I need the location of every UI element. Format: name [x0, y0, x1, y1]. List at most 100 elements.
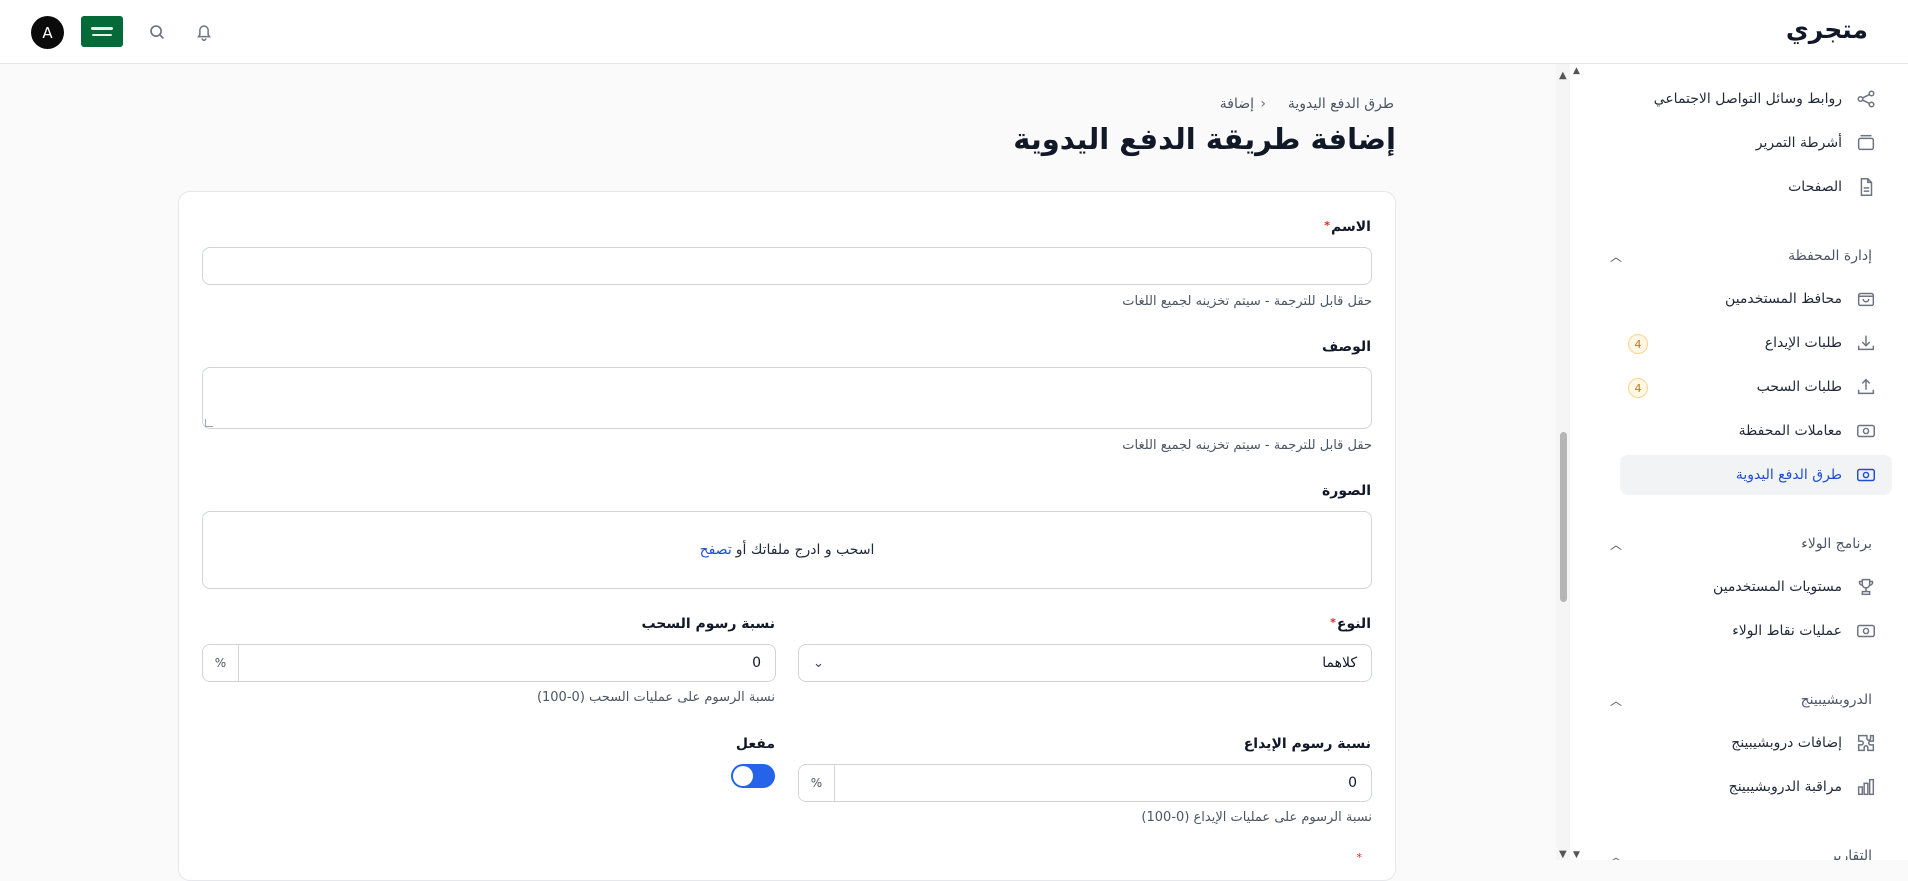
download-icon: [1854, 331, 1878, 355]
breadcrumb-parent-link[interactable]: طرق الدفع اليدوية: [1288, 96, 1394, 112]
sidebar-scroll-thumb[interactable]: [1560, 432, 1567, 602]
upload-icon: [1854, 375, 1878, 399]
type-label-text: النوع: [1336, 616, 1371, 632]
image-dropzone[interactable]: اسحب و ادرج ملفاتك أو تصفح: [202, 511, 1372, 589]
sidebar-item-user-wallets[interactable]: محافظ المستخدمين: [1620, 279, 1892, 319]
percent-suffix: %: [799, 765, 835, 801]
search-icon[interactable]: [146, 21, 168, 43]
sidebar-item-label: عمليات نقاط الولاء: [1732, 623, 1842, 639]
sidebar-group-label: إدارة المحفظة: [1788, 248, 1872, 264]
count-badge: 4: [1628, 334, 1648, 354]
trophy-icon: [1854, 575, 1878, 599]
sidebar-group-label: برنامج الولاء: [1801, 536, 1872, 552]
name-hint: حقل قابل للترجمة - سيتم تخزينه لجميع الل…: [1122, 294, 1372, 309]
sidebar-item-withdraw-requests[interactable]: طلبات السحب 4: [1620, 367, 1892, 407]
sidebar: ▲ ▼ روابط وسائل التواصل الاجتماعي أشرطة …: [1556, 64, 1908, 860]
money-icon: [1854, 619, 1878, 643]
sidebar-group-label: الدروبشيبينج: [1800, 692, 1872, 708]
sidebar-item-social-links[interactable]: روابط وسائل التواصل الاجتماعي: [1620, 79, 1892, 119]
required-asterisk: *: [1324, 219, 1331, 232]
sidebar-item-loyalty-points[interactable]: عمليات نقاط الولاء: [1620, 611, 1892, 651]
required-asterisk: *: [1330, 616, 1336, 629]
sidebar-item-label: طرق الدفع اليدوية: [1735, 467, 1842, 483]
count-badge: 4: [1628, 378, 1648, 398]
language-flag-icon[interactable]: [81, 16, 123, 47]
chevron-up-icon: ︿: [1610, 249, 1623, 264]
sidebar-item-label: الصفحات: [1788, 179, 1842, 195]
scroll-up-arrow-icon[interactable]: ▲: [1573, 66, 1580, 76]
description-label: الوصف: [1321, 339, 1371, 355]
wallet-icon: [1854, 287, 1878, 311]
avatar[interactable]: A: [31, 16, 64, 49]
sidebar-group-label: التقارير: [1829, 848, 1872, 860]
sidebar-item-dropshipping-plugins[interactable]: إضافات دروبشيبينج: [1620, 723, 1892, 763]
deposit-fee-hint: نسبة الرسوم على عمليات الإيداع (0-100): [1141, 810, 1372, 825]
chevron-up-icon: ︿: [1610, 537, 1623, 552]
sidebar-group-loyalty[interactable]: برنامج الولاء ︿: [1610, 532, 1872, 556]
chart-icon: [1854, 775, 1878, 799]
chevron-left-icon: ‹: [1260, 96, 1266, 112]
resize-handle-icon[interactable]: [205, 419, 213, 427]
share-icon: [1854, 87, 1878, 111]
description-textarea[interactable]: [202, 367, 1372, 429]
puzzle-icon: [1854, 731, 1878, 755]
breadcrumb-current: إضافة: [1219, 96, 1254, 112]
scroll-down-arrow-icon[interactable]: ▼: [1559, 849, 1567, 860]
required-asterisk: *: [1356, 851, 1363, 864]
enabled-label: مفعل: [735, 736, 775, 752]
sidebar-item-label: طلبات الإيداع: [1764, 335, 1842, 351]
main-scrollbar[interactable]: ▲ ▼: [1572, 64, 1582, 860]
name-label: الاسم*: [1324, 219, 1371, 235]
sidebar-item-label: طلبات السحب: [1756, 379, 1842, 395]
chevron-up-icon: ︿: [1610, 693, 1623, 708]
sidebar-item-label: محافظ المستخدمين: [1725, 291, 1842, 307]
scroll-up-arrow-icon[interactable]: ▲: [1559, 70, 1567, 81]
money-icon: [1854, 463, 1878, 487]
document-icon: [1854, 175, 1878, 199]
withdraw-fee-input[interactable]: 0: [239, 645, 775, 681]
sidebar-item-label: معاملات المحفظة: [1738, 423, 1842, 439]
deposit-fee-field[interactable]: 0 %: [798, 764, 1372, 802]
scroll-down-arrow-icon[interactable]: ▼: [1573, 850, 1580, 860]
withdraw-fee-label: نسبة رسوم السحب: [641, 616, 775, 632]
description-hint: حقل قابل للترجمة - سيتم تخزينه لجميع الل…: [1122, 438, 1372, 453]
enabled-toggle[interactable]: [731, 764, 775, 788]
browse-link[interactable]: تصفح: [700, 542, 732, 558]
bell-icon[interactable]: [193, 21, 215, 43]
sidebar-item-label: إضافات دروبشيبينج: [1731, 735, 1842, 751]
brand-logo[interactable]: متجري: [1786, 15, 1868, 44]
sidebar-item-wallet-transactions[interactable]: معاملات المحفظة: [1620, 411, 1892, 451]
sidebar-item-dropshipping-monitoring[interactable]: مراقبة الدروبشيبينج: [1620, 767, 1892, 807]
sidebar-item-label: مراقبة الدروبشيبينج: [1728, 779, 1842, 795]
name-input[interactable]: [202, 247, 1372, 285]
sidebar-item-label: مستويات المستخدمين: [1713, 579, 1842, 595]
type-label: النوع*: [1330, 616, 1371, 632]
sidebar-group-reports[interactable]: التقارير ︿: [1610, 844, 1872, 860]
sidebar-item-label: أشرطة التمرير: [1755, 135, 1842, 151]
deposit-fee-input[interactable]: 0: [835, 765, 1371, 801]
sidebar-group-wallet[interactable]: إدارة المحفظة ︿: [1610, 244, 1872, 268]
toggle-knob: [733, 766, 753, 786]
withdraw-fee-hint: نسبة الرسوم على عمليات السحب (0-100): [536, 690, 775, 705]
sidebar-item-pages[interactable]: الصفحات: [1620, 167, 1892, 207]
sidebar-group-dropshipping[interactable]: الدروبشيبينج ︿: [1610, 688, 1872, 712]
name-label-text: الاسم: [1331, 219, 1371, 235]
slides-icon: [1854, 131, 1878, 155]
sidebar-item-user-levels[interactable]: مستويات المستخدمين: [1620, 567, 1892, 607]
flag-sword-mark: [92, 34, 112, 36]
flag-script-mark: [91, 27, 113, 30]
percent-suffix: %: [203, 645, 239, 681]
type-select-value: كلاهما: [1322, 655, 1357, 671]
sidebar-scrollbar[interactable]: ▲ ▼: [1556, 64, 1570, 860]
chevron-down-icon: ⌄: [813, 655, 824, 671]
sidebar-item-label: روابط وسائل التواصل الاجتماعي: [1653, 91, 1842, 107]
sidebar-item-sliders[interactable]: أشرطة التمرير: [1620, 123, 1892, 163]
sidebar-item-manual-payment-methods[interactable]: طرق الدفع اليدوية: [1620, 455, 1892, 495]
withdraw-fee-field[interactable]: 0 %: [202, 644, 776, 682]
chevron-up-icon: ︿: [1610, 849, 1623, 861]
dropzone-text: اسحب و ادرج ملفاتك أو: [735, 542, 875, 558]
type-select[interactable]: كلاهما ⌄: [798, 644, 1372, 682]
top-bar: متجري A: [0, 0, 1908, 64]
sidebar-item-deposit-requests[interactable]: طلبات الإيداع 4: [1620, 323, 1892, 363]
image-label: الصورة: [1322, 483, 1371, 499]
